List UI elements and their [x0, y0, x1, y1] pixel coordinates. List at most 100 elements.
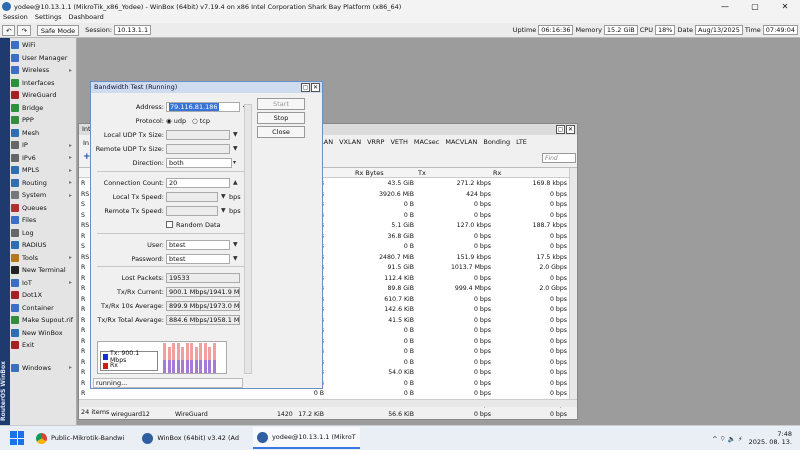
sidebar-item-system[interactable]: System ▸ [10, 189, 76, 202]
protocol-tcp-radio[interactable]: ○ tcp [192, 117, 210, 125]
sidebar-item-make-supout-rif[interactable]: Make Supout.rif [10, 314, 76, 327]
local-udp-tx-input[interactable] [166, 129, 230, 140]
dropdown-icon[interactable]: ▲ [233, 179, 238, 186]
maximize-button[interactable]: ▢ [740, 2, 770, 11]
sidebar-item-iot[interactable]: IoT ▸ [10, 277, 76, 290]
close-window-button[interactable]: ✕ [770, 2, 800, 11]
routing-icon [11, 178, 19, 187]
tab-bonding[interactable]: Bonding [483, 138, 510, 146]
restore-icon[interactable]: ▢ [556, 125, 565, 134]
direction-select[interactable]: both [166, 157, 232, 168]
dropdown-icon[interactable]: ▼ [233, 145, 238, 152]
chevron-right-icon: ▸ [68, 154, 72, 162]
table-cell: 0 bps [474, 211, 491, 219]
sidebar-item-interfaces[interactable]: Interfaces [10, 77, 76, 90]
local-tx-speed-input[interactable] [166, 191, 218, 202]
protocol-udp-radio[interactable]: ◉ udp [166, 117, 186, 125]
sidebar-item-mpls[interactable]: MPLS ▸ [10, 164, 76, 177]
sidebar-item-files[interactable]: Files [10, 214, 76, 227]
sidebar-item-ip[interactable]: IP ▸ [10, 139, 76, 152]
table-vscrollbar[interactable] [569, 168, 577, 404]
menu-dashboard[interactable]: Dashboard [68, 13, 103, 23]
sidebar-item-queues[interactable]: Queues [10, 202, 76, 215]
sidebar-item-log[interactable]: Log [10, 227, 76, 240]
tray-icons[interactable]: ^ ⌔ 🔈 ⚡ [712, 434, 742, 443]
table-cell: R [81, 390, 86, 397]
minimize-button[interactable]: — [710, 2, 740, 11]
remote-tx-speed-input[interactable] [166, 205, 218, 216]
sidebar-item-routing[interactable]: Routing ▸ [10, 177, 76, 190]
sidebar-item-new-winbox[interactable]: New WinBox [10, 327, 76, 340]
menu-session[interactable]: Session [3, 13, 28, 23]
sidebar-item-wireguard[interactable]: WireGuard [10, 89, 76, 102]
session-label: Session: [85, 26, 113, 34]
sidebar-item-ppp[interactable]: PPP [10, 114, 76, 127]
sidebar-item-exit[interactable]: Exit [10, 339, 76, 352]
user-input[interactable]: btest [166, 239, 230, 250]
redo-button[interactable]: ↷ [17, 24, 31, 36]
undo-button[interactable]: ↶ [2, 24, 16, 36]
tab-lte[interactable]: LTE [516, 138, 527, 146]
taskbar-clock[interactable]: 7:48 2025. 08. 13. [749, 430, 792, 446]
dropdown-icon[interactable]: ▼ [221, 207, 226, 214]
menu-settings[interactable]: Settings [35, 13, 62, 23]
sidebar-item-tools[interactable]: Tools ▸ [10, 252, 76, 265]
form-scrollbar[interactable] [244, 104, 252, 374]
dropdown-icon[interactable]: ▼ [233, 241, 238, 248]
tab-macsec[interactable]: MACsec [414, 138, 439, 146]
connection-count-input[interactable]: 20 [166, 177, 230, 188]
tab-interface[interactable]: In [83, 139, 89, 147]
tx-swatch [103, 353, 108, 360]
close-icon[interactable]: ✕ [566, 125, 575, 134]
dropdown-icon[interactable]: ▼ [221, 193, 226, 200]
close-button[interactable]: Close [257, 126, 305, 138]
sidebar-item-mesh[interactable]: Mesh [10, 127, 76, 140]
taskbar-app-winbox-active[interactable]: yodee@10.13.1.1 (MikroT [252, 427, 360, 449]
safe-mode-button[interactable]: Safe Mode [36, 24, 80, 36]
sidebar-item-new-terminal[interactable]: New Terminal [10, 264, 76, 277]
table-row[interactable]: R 0 B 0 B 0 bps 0 bps [79, 389, 569, 399]
sidebar-item-dot1x[interactable]: Dot1X [10, 289, 76, 302]
sidebar-item-container[interactable]: Container [10, 302, 76, 315]
taskbar-app-winbox[interactable]: WinBox (64bit) v3.42 (Ad [138, 427, 243, 449]
date-label: Date [677, 26, 693, 34]
tab-vxlan[interactable]: VXLAN [339, 138, 361, 146]
col-tx[interactable]: Tx [418, 169, 426, 177]
sidebar-item-ipv6[interactable]: IPv6 ▸ [10, 152, 76, 165]
random-data-checkbox[interactable] [166, 221, 173, 228]
col-rx[interactable]: Rx [493, 169, 501, 177]
tab-macvlan[interactable]: MACVLAN [445, 138, 477, 146]
sidebar-item-bridge[interactable]: Bridge [10, 102, 76, 115]
start-button[interactable]: Start [257, 98, 305, 110]
taskbar-app-chrome[interactable]: Public-Mikrotik-Bandwi [32, 427, 128, 449]
col-rx-bytes[interactable]: Rx Bytes [355, 169, 384, 177]
sidebar-item-label: Log [22, 228, 34, 237]
remote-udp-tx-input[interactable] [166, 143, 230, 154]
sidebar-item-label: New WinBox [22, 328, 63, 337]
restore-icon[interactable]: ▢ [301, 83, 310, 92]
sidebar-item-wifi[interactable]: WiFi [10, 39, 76, 52]
password-input[interactable]: btest [166, 253, 230, 264]
sidebar-item-windows[interactable]: Windows ▸ [10, 362, 76, 375]
find-input[interactable]: Find [542, 153, 576, 163]
table-cell: 56.6 KiB [388, 411, 414, 418]
table-row[interactable]: wireguard12 WireGuard 1420 17.2 KiB 56.6 KiB… [79, 410, 569, 420]
graph-bar-tx [167, 360, 171, 373]
table-hscrollbar[interactable] [79, 399, 577, 407]
table-cell: 2480.7 MiB [379, 253, 414, 261]
sidebar-item-radius[interactable]: RADIUS [10, 239, 76, 252]
sidebar-item-wireless[interactable]: Wireless ▸ [10, 64, 76, 77]
start-menu-icon[interactable] [10, 431, 24, 445]
taskbar-app-label: Public-Mikrotik-Bandwi [51, 434, 125, 442]
dropdown-icon[interactable]: ▼ [233, 131, 238, 138]
sidebar-item-user-manager[interactable]: User Manager [10, 52, 76, 65]
dropdown-icon[interactable]: ▼ [233, 255, 238, 262]
tab-vrrp[interactable]: VRRP [367, 138, 384, 146]
chevron-down-icon[interactable]: ▾ [233, 159, 236, 166]
tab-veth[interactable]: VETH [390, 138, 407, 146]
table-cell: 0 bps [474, 274, 491, 282]
close-icon[interactable]: ✕ [311, 83, 320, 92]
address-input[interactable]: 79.116.81.186 [166, 101, 240, 112]
table-cell: wireguard12 [111, 411, 150, 418]
stop-button[interactable]: Stop [257, 112, 305, 124]
